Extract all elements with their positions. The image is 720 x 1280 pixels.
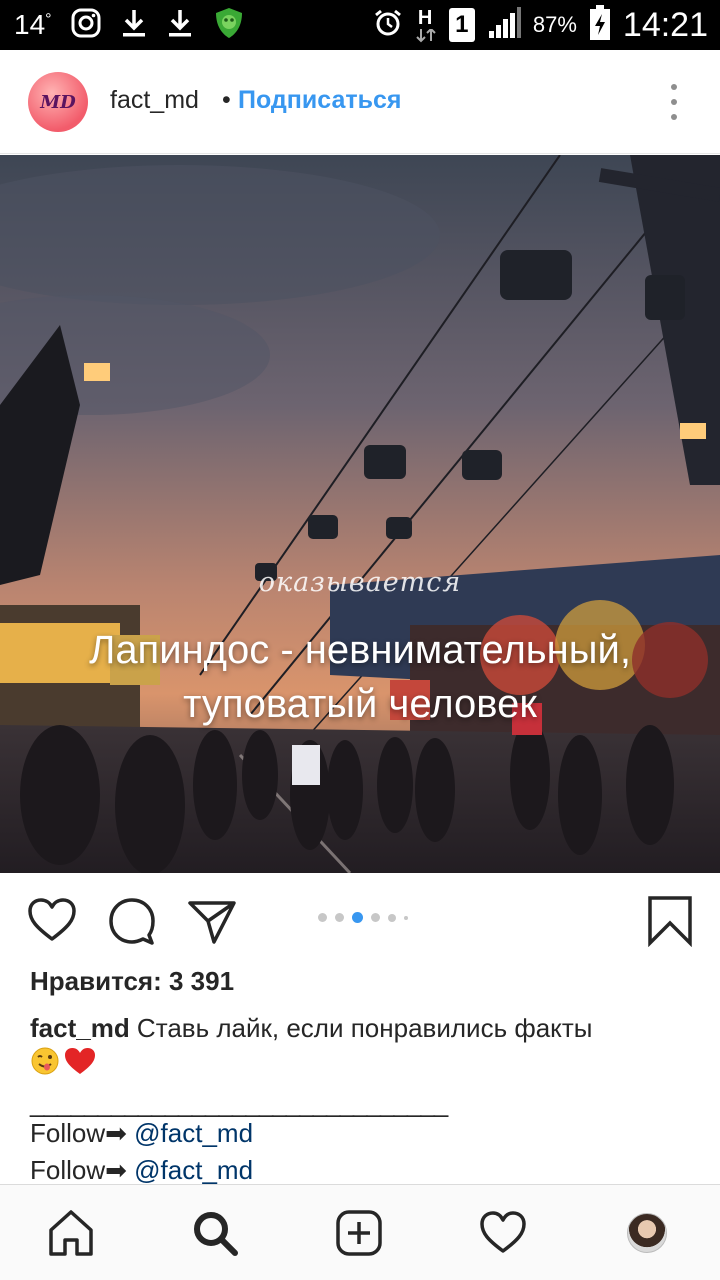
network-h-icon: H [415, 5, 437, 45]
carousel-dot [371, 913, 380, 922]
alarm-icon [373, 8, 403, 43]
post-caption: fact_md Ставь лайк, если понравились фак… [30, 1010, 690, 1046]
carousel-dot [335, 913, 344, 922]
follow-line: Follow➡ @fact_md [30, 1155, 254, 1185]
mention-link[interactable]: @fact_md [127, 1155, 253, 1185]
carousel-dot [404, 915, 408, 920]
carousel-indicator [318, 912, 408, 923]
home-icon[interactable] [45, 1207, 97, 1259]
caption-text: Ставь лайк, если понравились факты [129, 1013, 593, 1043]
comment-icon[interactable] [106, 895, 158, 947]
carousel-dot [318, 913, 327, 922]
search-icon[interactable] [189, 1207, 241, 1259]
clock-time: 14:21 [622, 5, 708, 44]
author-username[interactable]: fact_md [110, 86, 199, 115]
download-icon [120, 7, 148, 44]
header-separator: • [222, 86, 231, 114]
image-caption-text: Лапиндос - невнимательный, туповатый чел… [89, 628, 631, 726]
follow-button[interactable]: Подписаться [238, 86, 401, 115]
fairground-photo [0, 155, 720, 873]
battery-charging-icon [589, 4, 611, 46]
caption-username[interactable]: fact_md [30, 1013, 130, 1043]
like-icon[interactable] [26, 895, 78, 947]
caption-emojis [30, 1046, 96, 1081]
winking-tongue-emoji [30, 1046, 60, 1081]
post-image[interactable]: оказывается Лапиндос - невнимательный, т… [0, 155, 720, 873]
image-script-text: оказывается [258, 567, 462, 598]
more-options-icon[interactable] [664, 84, 684, 120]
author-avatar[interactable]: MD [28, 72, 88, 132]
signal-icon [487, 6, 521, 44]
add-post-icon[interactable] [333, 1207, 385, 1259]
profile-avatar[interactable] [621, 1207, 673, 1259]
bookmark-icon[interactable] [644, 895, 696, 948]
share-icon[interactable] [186, 895, 238, 947]
temperature-readout: 14° [14, 9, 52, 40]
bottom-navigation [0, 1184, 720, 1280]
battery-percent: 87% [532, 12, 577, 37]
security-shield-icon [212, 6, 246, 45]
activity-heart-icon[interactable] [477, 1207, 529, 1259]
arrow-right-icon: ➡ [105, 1155, 127, 1185]
carousel-dot [388, 913, 396, 922]
mention-link[interactable]: @fact_md [127, 1118, 253, 1148]
caption-divider: _______________________________ [30, 1088, 448, 1118]
sim-1-icon: 1 [448, 8, 475, 42]
follow-line: Follow➡ @fact_md [30, 1118, 254, 1148]
instagram-icon [70, 7, 102, 44]
download-icon [166, 7, 194, 44]
post-header: MD fact_md • Подписаться [0, 50, 720, 154]
profile-avatar-image [627, 1213, 667, 1253]
red-heart-emoji [64, 1047, 96, 1080]
arrow-right-icon: ➡ [105, 1118, 127, 1148]
carousel-dot-active [352, 912, 363, 923]
likes-count[interactable]: Нравится: 3 391 [30, 966, 234, 997]
status-bar: 14° H 1 87% 14:21 [0, 0, 720, 50]
